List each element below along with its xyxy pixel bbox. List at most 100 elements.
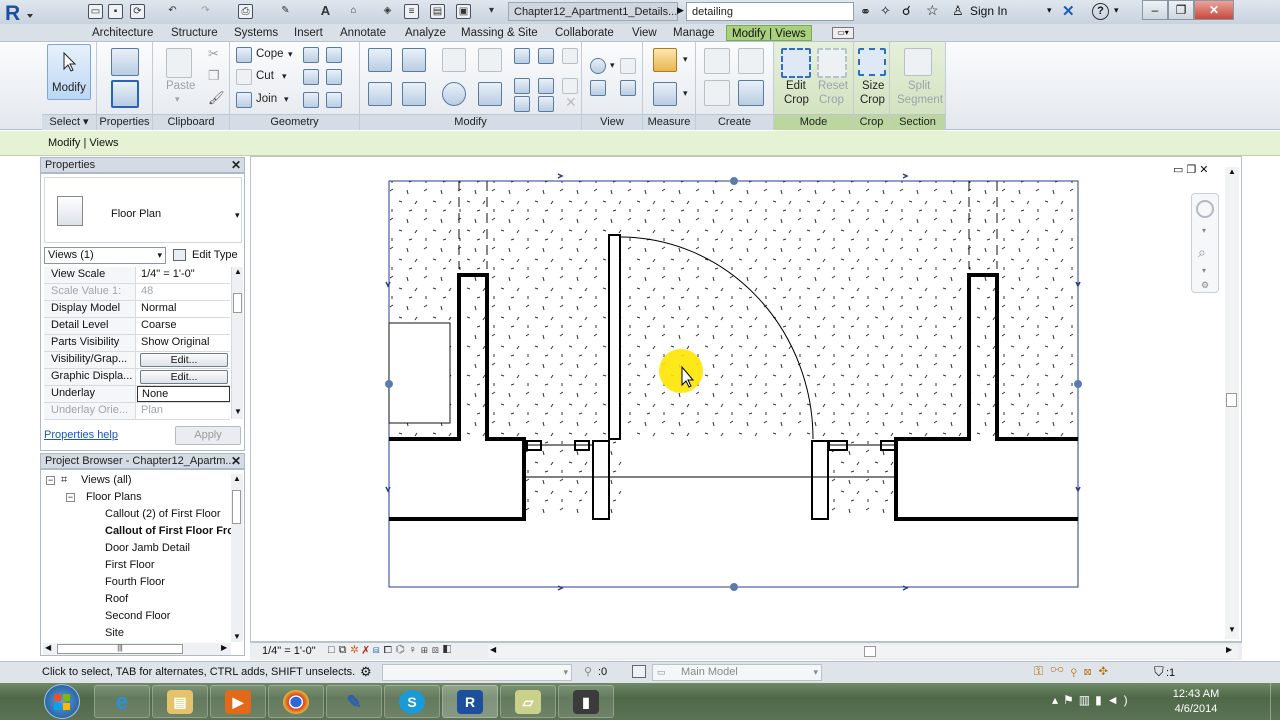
drag-elements-icon[interactable]: ✥ <box>1098 664 1114 678</box>
property-value[interactable]: Normal <box>137 301 230 317</box>
pencil-app-icon[interactable]: ✎ <box>326 685 382 718</box>
sign-in-dropdown-icon[interactable]: ▾ <box>1047 5 1052 16</box>
select-links-icon[interactable]: ⚿ <box>1034 664 1050 678</box>
create-similar-icon[interactable] <box>738 80 764 106</box>
view-scale-selector[interactable]: 1/4" = 1'-0" <box>262 645 316 657</box>
tab-structure[interactable]: Structure <box>166 25 223 41</box>
split-segment-label-2[interactable]: Segment <box>897 94 943 106</box>
cut-dropdown-icon[interactable]: ▾ <box>282 71 287 82</box>
save-icon[interactable]: ▪ <box>108 4 123 19</box>
show-crop-icon[interactable]: ⧠ <box>384 644 396 656</box>
search-arrow-icon[interactable]: ▶ <box>677 5 684 16</box>
tree-view-item[interactable]: Roof <box>105 593 128 605</box>
scroll-down-icon[interactable]: ▼ <box>234 407 242 416</box>
cut-geometry-icon[interactable] <box>236 69 252 85</box>
close-hidden-icon[interactable]: ▤ <box>430 4 445 19</box>
user-icon[interactable]: ♙ <box>952 3 964 19</box>
tab-systems[interactable]: Systems <box>229 25 283 41</box>
analytical-model-icon[interactable]: ◧ <box>443 644 455 656</box>
paste-dropdown-icon[interactable]: ▾ <box>175 94 180 105</box>
align-icon[interactable] <box>368 48 392 72</box>
properties-help-link[interactable]: Properties help <box>44 429 118 441</box>
app-menu-button[interactable]: R <box>2 1 38 25</box>
view-close-icon[interactable]: ✕ <box>1199 164 1211 176</box>
tab-massing-site[interactable]: Massing & Site <box>456 25 543 41</box>
undo-icon[interactable]: ↶ <box>165 4 180 19</box>
browser-scroll-up-icon[interactable]: ▲ <box>233 474 241 483</box>
apply-button[interactable]: Apply <box>175 426 241 445</box>
property-value[interactable]: Coarse <box>137 318 230 334</box>
browser-scroll-thumb[interactable] <box>232 490 241 524</box>
show-hidden-icons-icon[interactable]: ▴ <box>1052 693 1063 707</box>
exchange-icon[interactable]: ✕ <box>1062 2 1075 20</box>
floor-plan-callout[interactable] <box>251 157 1243 643</box>
steering-wheel-icon[interactable] <box>1196 200 1214 218</box>
canvas-hscrollbar[interactable]: ◀ ▶ <box>488 645 1238 658</box>
tree-views-all[interactable]: Views (all) <box>81 474 132 486</box>
tree-view-item[interactable]: Site <box>105 627 124 639</box>
taskbar-clock[interactable]: 12:43 AM 4/6/2014 <box>1168 687 1224 717</box>
linework-icon[interactable] <box>590 80 606 96</box>
canvas-scroll-up-icon[interactable]: ▲ <box>1228 167 1236 176</box>
favorites-icon[interactable]: ☆ <box>926 2 939 19</box>
tab-manage[interactable]: Manage <box>668 25 720 41</box>
recorder-app-icon[interactable]: ▮ <box>558 685 614 718</box>
tab-annotate[interactable]: Annotate <box>335 25 391 41</box>
type-properties-icon[interactable] <box>111 48 139 76</box>
property-value[interactable]: 1/4" = 1'-0" <box>137 267 230 283</box>
sync-icon[interactable]: ⟳ <box>130 4 145 19</box>
ribbon-minimize-icon[interactable]: ▭▾ <box>832 27 854 39</box>
hide-dropdown-icon[interactable]: ▾ <box>610 60 615 71</box>
help-button[interactable]: ? <box>1092 3 1109 20</box>
visibility-edit-button[interactable]: Edit... <box>140 353 228 367</box>
view-properties-icon[interactable] <box>620 80 636 96</box>
shadows-icon[interactable]: ✗ <box>362 644 372 656</box>
wall-joins-icon[interactable] <box>303 47 319 63</box>
paste-icon[interactable] <box>166 48 192 78</box>
design-options-icon[interactable] <box>632 665 646 678</box>
cut-label[interactable]: Cut <box>256 70 274 82</box>
property-view-scale[interactable]: View Scale 1/4" = 1'-0" <box>44 267 230 284</box>
open-icon[interactable]: ▭ <box>88 4 103 19</box>
temporary-hide-icon[interactable]: ♀ <box>409 644 421 656</box>
size-crop-icon[interactable] <box>858 48 886 76</box>
edit-crop-label-1[interactable]: Edit <box>786 80 806 92</box>
tree-view-item[interactable]: Callout (2) of First Floor <box>105 508 221 520</box>
split-segment-icon[interactable] <box>904 48 932 76</box>
override-graphics-icon[interactable] <box>620 58 636 74</box>
tab-collaborate[interactable]: Collaborate <box>550 25 619 41</box>
copy-element-icon[interactable] <box>402 82 426 106</box>
measure-distance-icon[interactable] <box>653 48 677 72</box>
communication-icon[interactable]: ☌ <box>902 3 911 19</box>
file-explorer-icon[interactable]: ▤ <box>152 685 208 718</box>
type-dropdown-icon[interactable]: ▾ <box>235 210 240 221</box>
tree-view-item[interactable]: Door Jamb Detail <box>105 542 190 554</box>
tree-floor-plans[interactable]: Floor Plans <box>86 491 142 503</box>
property-parts-visibility[interactable]: Parts Visibility Show Original <box>44 335 230 352</box>
cut-icon[interactable]: ✂ <box>208 46 219 62</box>
media-player-icon[interactable]: ▶ <box>210 685 266 718</box>
select-by-face-icon[interactable]: ⊠ <box>1084 664 1099 678</box>
binoculars-icon[interactable]: ⚭ <box>860 4 871 20</box>
create-parts-icon[interactable] <box>738 48 764 74</box>
demolish-icon[interactable] <box>303 69 319 85</box>
help-dropdown-icon[interactable]: ▾ <box>1114 5 1119 16</box>
thin-lines-icon[interactable]: ≡ <box>404 4 419 19</box>
select-underlay-icon[interactable]: ⚯ <box>1050 664 1071 678</box>
views-filter-dropdown[interactable]: Views (1) ▾ <box>44 247 166 264</box>
join-dropdown-icon[interactable]: ▾ <box>284 94 289 105</box>
editing-requests-icon[interactable]: ⚲ <box>584 665 592 678</box>
create-assembly-icon[interactable] <box>704 48 730 74</box>
crop-region[interactable] <box>388 180 1079 588</box>
type-selector[interactable]: Floor Plan ▾ <box>44 177 242 243</box>
visual-style-icon[interactable]: ⧉ <box>339 644 351 656</box>
split-element-icon[interactable] <box>514 48 530 64</box>
qat-dropdown-icon[interactable]: ▾ <box>484 4 499 19</box>
reset-crop-label-1[interactable]: Reset <box>818 80 848 92</box>
canvas-scroll-left-icon[interactable]: ◀ <box>490 645 496 654</box>
join-label[interactable]: Join <box>256 93 277 105</box>
properties-scrollbar[interactable]: ▲ ▼ <box>231 267 243 419</box>
graphic-display-edit-button[interactable]: Edit... <box>140 370 228 384</box>
tree-view-item[interactable]: Fourth Floor <box>105 576 165 588</box>
device-icon[interactable]: ▥ <box>1079 693 1095 707</box>
